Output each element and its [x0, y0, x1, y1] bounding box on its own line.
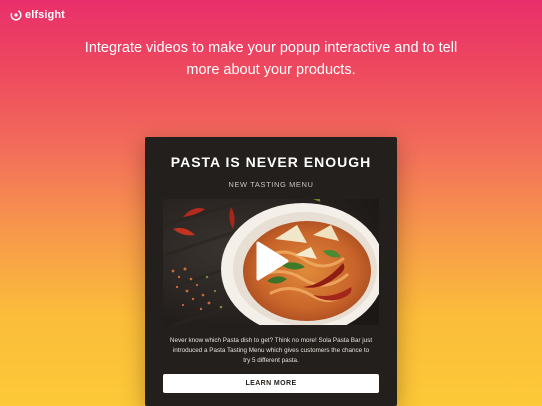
brand-logo-text: elfsight [25, 9, 65, 21]
popup-title: PASTA IS NEVER ENOUGH [170, 154, 372, 170]
brand-logo[interactable]: elfsight [10, 9, 65, 21]
headline-line-1: Integrate videos to make your popup inte… [84, 40, 458, 56]
play-icon[interactable] [254, 240, 290, 282]
description-line-1: Never know which Pasta dish to get? Thin… [169, 337, 373, 344]
popup-card: PASTA IS NEVER ENOUGH NEW TASTING MENU N… [145, 137, 397, 406]
page-headline: Integrate videos to make your popup inte… [40, 37, 502, 81]
elfsight-logo-icon [10, 9, 22, 21]
popup-description: Never know which Pasta dish to get? Thin… [161, 336, 381, 366]
learn-more-button[interactable]: LEARN MORE [163, 374, 379, 393]
description-line-3: try 5 different pasta. [243, 357, 299, 364]
popup-subtitle: NEW TASTING MENU [228, 180, 314, 189]
video-player[interactable] [163, 199, 379, 325]
description-line-2: introduced a Pasta Tasting Menu which gi… [172, 347, 370, 354]
headline-line-2: more about your products. [186, 62, 356, 78]
